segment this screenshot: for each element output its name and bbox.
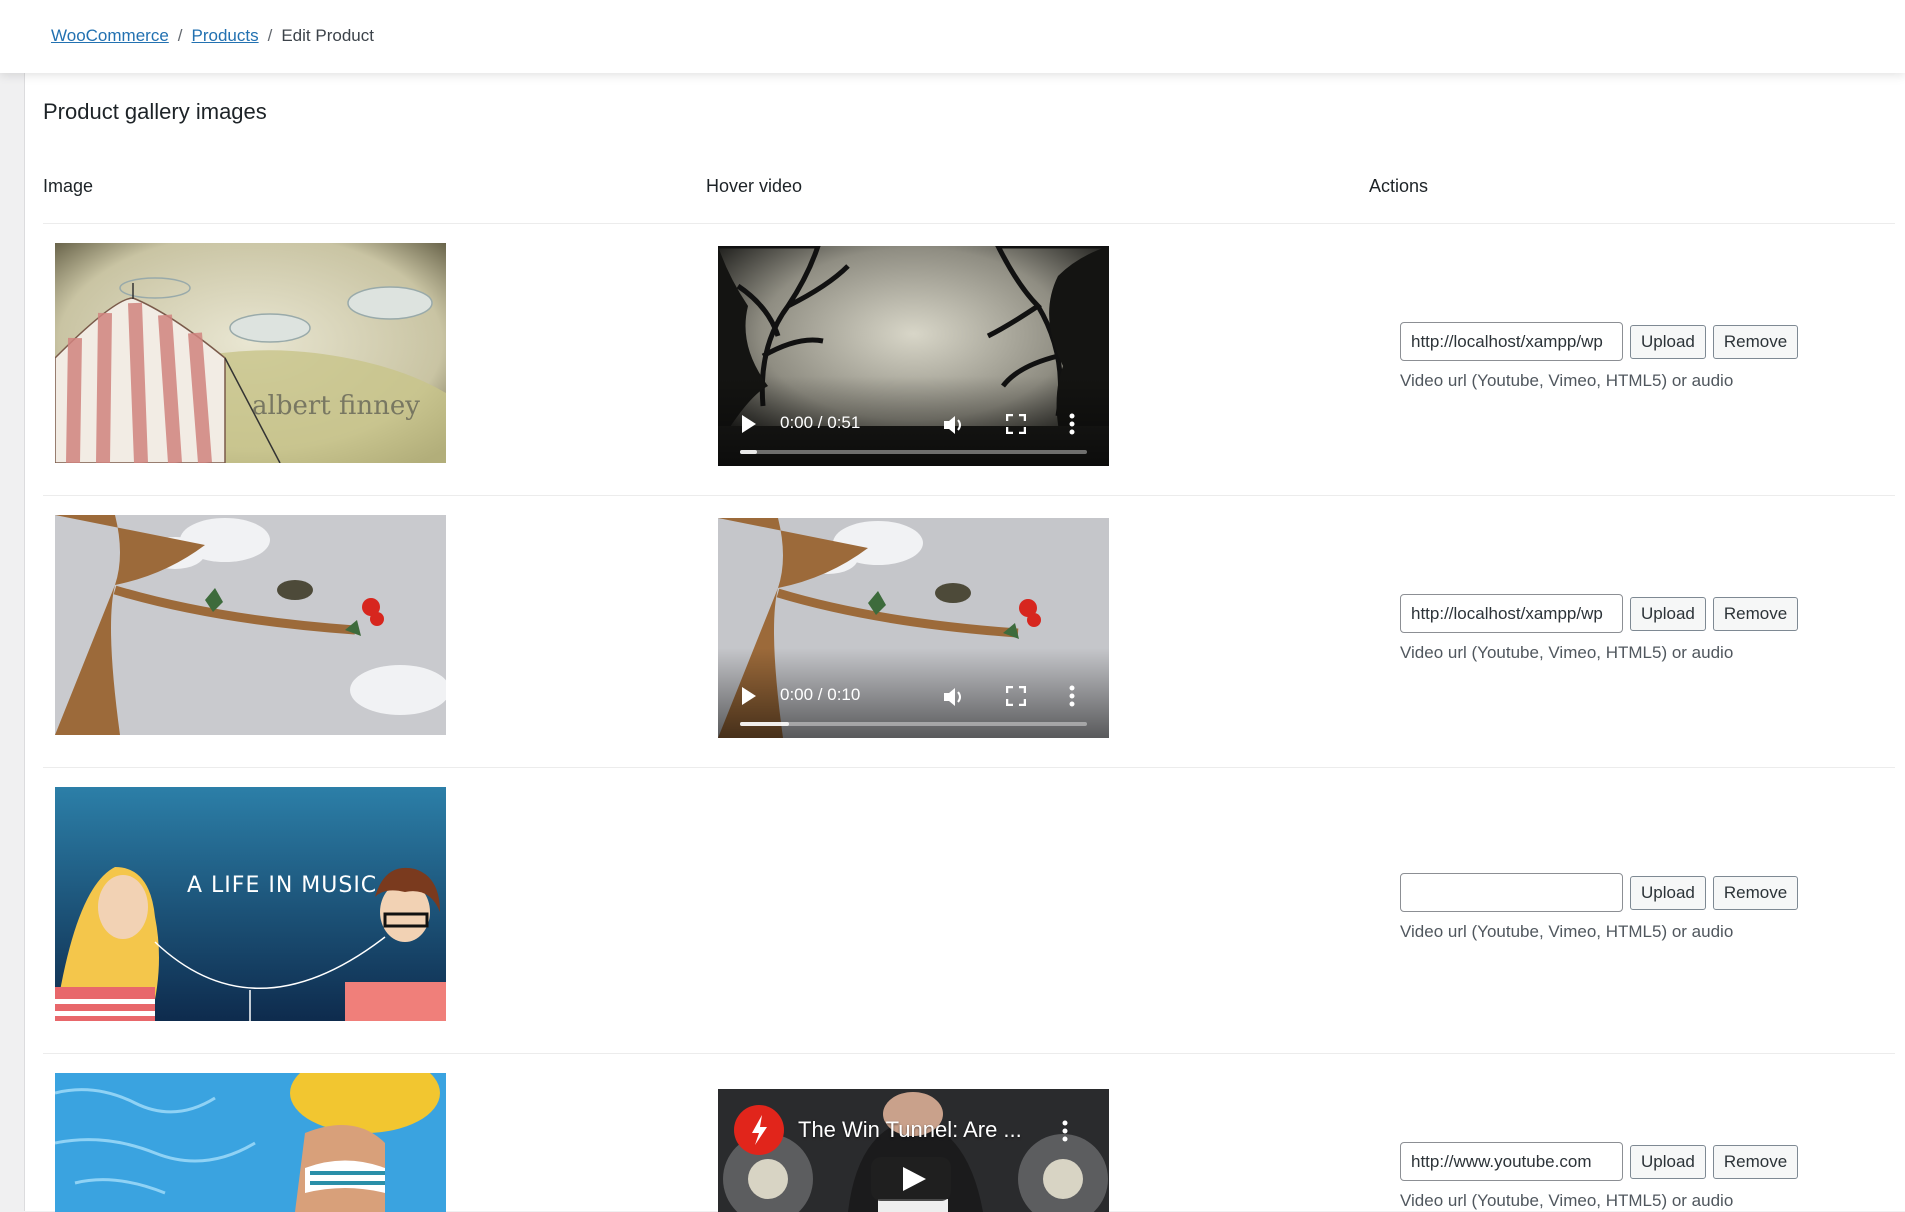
breadcrumb-link-products[interactable]: Products [192,26,259,46]
gallery-row: 0:00 / 0:10 Upload Remove Video url (You… [43,495,1895,767]
play-icon[interactable] [740,686,758,706]
play-icon[interactable] [740,414,758,434]
volume-icon[interactable] [942,686,966,708]
upload-button[interactable]: Upload [1630,875,1706,910]
video-time: 0:00 / 0:51 [780,413,861,432]
column-header-image: Image [43,176,94,196]
video-url-hint: Video url (Youtube, Vimeo, HTML5) or aud… [1400,643,1734,662]
remove-button[interactable]: Remove [1712,875,1799,910]
video-url-input[interactable] [1400,594,1623,633]
hover-video-player-youtube[interactable]: The Win Tunnel: Are ... [718,1089,1109,1212]
remove-button[interactable]: Remove [1712,324,1799,359]
channel-logo-icon[interactable] [734,1105,784,1155]
more-options-icon[interactable] [1061,1119,1069,1143]
upload-button[interactable]: Upload [1630,596,1706,631]
image-caption-text: albert finney [252,391,420,421]
top-bar: WooCommerce / Products / Edit Product [0,0,1905,73]
row-actions: Upload Remove Video url (Youtube, Vimeo,… [1400,594,1799,663]
gallery-image-thumbnail[interactable]: A LIFE IN MUSIC [55,787,446,1021]
breadcrumb-link-woocommerce[interactable]: WooCommerce [51,26,169,46]
video-url-hint: Video url (Youtube, Vimeo, HTML5) or aud… [1400,922,1734,941]
fullscreen-icon[interactable] [1006,414,1026,434]
gallery-panel: Product gallery images Image Hover video… [25,73,1905,1212]
row-actions: Upload Remove Video url (Youtube, Vimeo,… [1400,322,1799,391]
video-progress-bar[interactable] [740,450,1087,454]
gallery-image-thumbnail[interactable] [55,515,446,735]
hover-video-player[interactable]: 0:00 / 0:51 [718,246,1109,466]
video-url-hint: Video url (Youtube, Vimeo, HTML5) or aud… [1400,371,1734,390]
video-progress-bar[interactable] [740,722,1087,726]
video-progress-fill [740,722,789,726]
gallery-row: The Win Tunnel: Are ... Upload Remove Vi… [43,1053,1895,1212]
breadcrumb-current: Edit Product [281,26,374,45]
fullscreen-icon[interactable] [1006,686,1026,706]
gallery-row: A LIFE IN MUSIC Upload Remove Video url … [43,767,1895,1053]
tree-bird-image [55,515,446,735]
column-header-hover-video: Hover video [706,176,803,196]
section-title: Product gallery images [43,99,267,124]
gallery-image-thumbnail[interactable]: albert finney [55,243,446,463]
gallery-row: albert finney 0:00 / 0:51 http://localho… [43,223,1895,495]
breadcrumb: WooCommerce / Products / Edit Product [51,26,374,46]
video-controls: 0:00 / 0:51 [718,376,1109,466]
pool-hat-image [55,1073,446,1212]
row-actions: Upload Remove Video url (Youtube, Vimeo,… [1400,1142,1799,1211]
video-url-input[interactable] [1400,1142,1623,1181]
upload-button[interactable]: Upload [1630,324,1706,359]
hover-video-player[interactable]: 0:00 / 0:10 [718,518,1109,738]
more-options-icon[interactable] [1068,412,1076,436]
breadcrumb-separator: / [267,26,273,45]
circus-tent-image [55,243,446,463]
column-header-actions: Actions [1369,176,1429,196]
video-url-input[interactable] [1400,322,1623,361]
image-caption-text: A LIFE IN MUSIC [187,873,378,898]
video-time: 0:00 / 0:10 [780,685,861,704]
youtube-video-title[interactable]: The Win Tunnel: Are ... [798,1117,1022,1143]
remove-button[interactable]: Remove [1712,1144,1799,1179]
remove-button[interactable]: Remove [1712,596,1799,631]
video-progress-fill [740,450,758,454]
video-url-hint: Video url (Youtube, Vimeo, HTML5) or aud… [1400,1191,1734,1210]
video-url-input[interactable] [1400,873,1623,912]
video-controls: 0:00 / 0:10 [718,648,1109,738]
admin-sidebar-edge [0,73,25,1211]
breadcrumb-separator: / [177,26,183,45]
gallery-image-thumbnail[interactable] [55,1073,446,1212]
row-actions: Upload Remove Video url (Youtube, Vimeo,… [1400,873,1799,942]
more-options-icon[interactable] [1068,684,1076,708]
volume-icon[interactable] [942,414,966,436]
upload-button[interactable]: Upload [1630,1144,1706,1179]
life-in-music-image [55,787,446,1021]
